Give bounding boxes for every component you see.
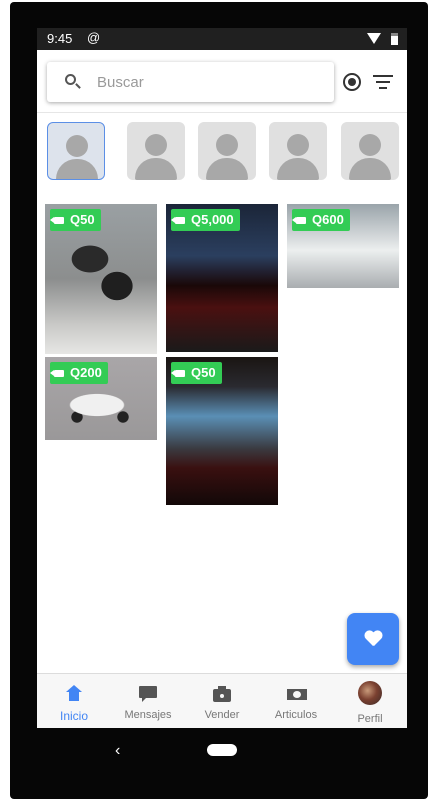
listing-card-gaming-laptop[interactable]: Q5,000 bbox=[166, 204, 278, 352]
listing-card-headphones[interactable]: Q50 bbox=[45, 204, 157, 354]
price-label: Q600 bbox=[312, 212, 344, 227]
nav-label: Inicio bbox=[59, 709, 88, 723]
chat-icon bbox=[139, 686, 157, 702]
person-placeholder-icon bbox=[359, 134, 381, 156]
listing-card-metal-part[interactable]: Q600 bbox=[287, 204, 399, 288]
person-placeholder-icon bbox=[66, 135, 88, 157]
bottom-navigation: Inicio Mensajes Vender Articulos Perfil bbox=[37, 673, 407, 728]
nav-item-inicio[interactable]: Inicio bbox=[37, 674, 111, 728]
nav-label: Perfil bbox=[357, 713, 383, 725]
home-icon bbox=[66, 685, 82, 701]
wifi-icon bbox=[367, 33, 381, 44]
nav-label: Vender bbox=[204, 709, 240, 721]
filter-button[interactable] bbox=[373, 72, 395, 92]
nav-item-vender[interactable]: Vender bbox=[185, 674, 259, 728]
thumbnail-item[interactable] bbox=[47, 122, 105, 180]
thumbnail-item[interactable] bbox=[269, 122, 327, 180]
status-time: 9:45 bbox=[47, 31, 73, 46]
home-button[interactable] bbox=[207, 744, 237, 756]
search-input[interactable] bbox=[97, 70, 317, 94]
price-tag: Q600 bbox=[292, 209, 350, 231]
tag-icon bbox=[171, 369, 185, 377]
filter-icon bbox=[373, 75, 393, 77]
tag-icon bbox=[171, 216, 185, 224]
thumbnail-item[interactable] bbox=[198, 122, 256, 180]
system-navigation-bar: ‹ bbox=[37, 728, 407, 772]
nav-label: Articulos bbox=[274, 709, 318, 721]
price-tag: Q50 bbox=[171, 362, 222, 384]
tag-icon bbox=[292, 216, 306, 224]
person-placeholder-icon bbox=[287, 134, 309, 156]
battery-icon bbox=[391, 33, 398, 45]
thumbnail-item[interactable] bbox=[341, 122, 399, 180]
search-icon bbox=[65, 74, 76, 85]
favorites-button[interactable] bbox=[347, 613, 399, 665]
status-bar: 9:45 @ bbox=[37, 28, 407, 50]
price-label: Q50 bbox=[191, 365, 216, 380]
price-tag: Q200 bbox=[50, 362, 108, 384]
category-thumbnails bbox=[37, 122, 407, 184]
camera-icon bbox=[213, 686, 231, 702]
money-icon bbox=[287, 686, 307, 702]
back-button[interactable]: ‹ bbox=[115, 742, 120, 760]
search-bar[interactable] bbox=[47, 62, 334, 102]
nav-item-perfil[interactable]: Perfil bbox=[333, 674, 407, 728]
cast-icon: @ bbox=[87, 30, 101, 45]
price-label: Q5,000 bbox=[191, 212, 234, 227]
nav-item-articulos[interactable]: Articulos bbox=[259, 674, 333, 728]
person-placeholder-icon bbox=[145, 134, 167, 156]
listing-card-laptop-screen[interactable]: Q50 bbox=[166, 357, 278, 505]
nav-label: Mensajes bbox=[124, 709, 172, 721]
location-button[interactable] bbox=[342, 72, 362, 92]
avatar bbox=[358, 681, 382, 705]
thumbnail-item[interactable] bbox=[127, 122, 185, 180]
divider bbox=[37, 112, 407, 113]
price-tag: Q5,000 bbox=[171, 209, 240, 231]
price-label: Q50 bbox=[70, 212, 95, 227]
app-screen: 9:45 @ Buscar Q50 Q5,000 Q600 Q200 Q50 I… bbox=[37, 28, 407, 728]
listing-card-toy-car[interactable]: Q200 bbox=[45, 357, 157, 440]
tag-icon bbox=[50, 369, 64, 377]
heart-icon bbox=[364, 631, 382, 647]
price-tag: Q50 bbox=[50, 209, 101, 231]
person-placeholder-icon bbox=[216, 134, 238, 156]
nav-item-mensajes[interactable]: Mensajes bbox=[111, 674, 185, 728]
price-label: Q200 bbox=[70, 365, 102, 380]
tag-icon bbox=[50, 216, 64, 224]
